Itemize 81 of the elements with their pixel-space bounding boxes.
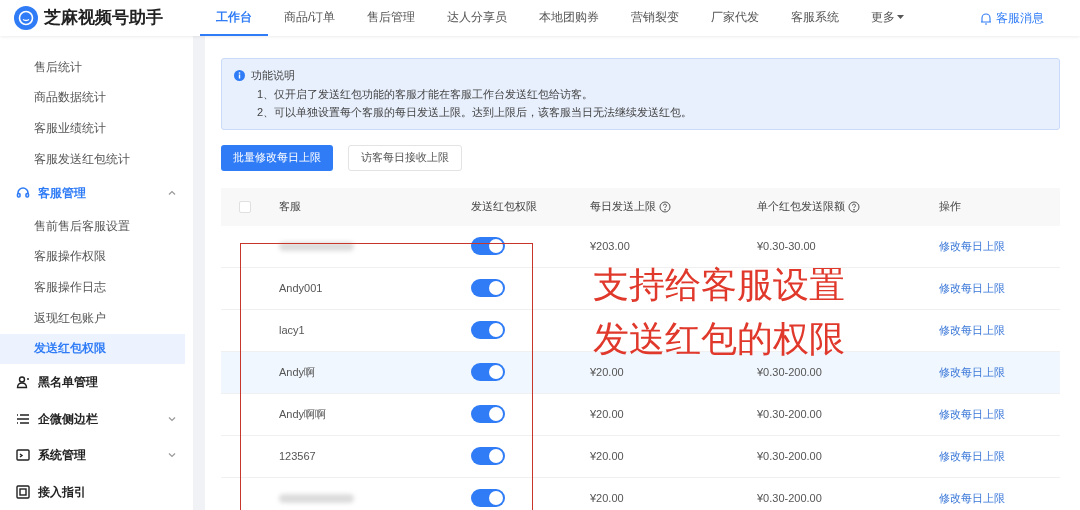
notice-line: 2、可以单独设置每个客服的每日发送上限。达到上限后，该客服当日无法继续发送红包。 — [256, 105, 693, 120]
table-cell: ¥0.30-200.00 — [757, 449, 822, 462]
group-label: 客服管理 — [38, 184, 86, 202]
sidebar-item[interactable]: 售后统计 — [0, 52, 185, 83]
column-header: 客服 — [279, 199, 301, 215]
info-icon — [234, 70, 245, 81]
frame-icon — [16, 484, 30, 499]
app-name: 芝麻视频号助手 — [44, 7, 163, 30]
edit-limit-link[interactable]: 修改每日上限 — [939, 281, 1005, 294]
edit-limit-link[interactable]: 修改每日上限 — [939, 407, 1005, 420]
table-cell: ¥20.00 — [590, 449, 624, 462]
terminal-icon — [16, 448, 30, 463]
table-cell-text: Andy001 — [279, 280, 323, 296]
bell-icon — [980, 11, 993, 25]
user-icon — [16, 375, 30, 390]
table-cell: ¥0.30-200.00 — [757, 365, 822, 378]
table-cell-text: Andy啊啊 — [279, 406, 327, 422]
sidebar-item[interactable]: 发送红包权限 — [0, 333, 185, 365]
annotation-text: 发送红包的权限 — [593, 322, 845, 356]
sidebar-group[interactable]: 企微侧边栏 — [0, 400, 193, 438]
nav-tab[interactable]: 售后管理 — [351, 0, 432, 36]
table-cell: ¥0.30-200.00 — [757, 491, 822, 504]
toggle-switch[interactable] — [471, 279, 505, 297]
edit-limit-link[interactable]: 修改每日上限 — [939, 239, 1005, 252]
toggle-switch[interactable] — [471, 363, 505, 381]
help-icon[interactable] — [659, 200, 671, 213]
table-cell-text: 123567 — [279, 448, 316, 464]
toggle-switch[interactable] — [471, 405, 505, 423]
sidebar-item[interactable]: 客服操作权限 — [0, 241, 185, 273]
nav-tab[interactable]: 达人分享员 — [431, 0, 524, 36]
group-label: 企微侧边栏 — [38, 410, 98, 428]
header-checkbox[interactable] — [239, 200, 251, 213]
nav-tab[interactable]: 厂家代发 — [695, 0, 776, 36]
nav-tab[interactable]: 客服系统 — [775, 0, 856, 36]
sidebar-group[interactable]: 接入指引 — [0, 473, 193, 510]
toggle-switch[interactable] — [471, 489, 505, 507]
caret-icon — [897, 14, 905, 20]
column-header: 每日发送上限 — [590, 199, 656, 215]
nav-tab[interactable]: 营销裂变 — [615, 0, 696, 36]
nav-tab[interactable]: 商品/订单 — [268, 0, 352, 36]
sidebar-item[interactable]: 客服发送红包统计 — [0, 143, 185, 175]
table-cell: ¥0.30-200.00 — [757, 407, 822, 420]
edit-limit-link[interactable]: 修改每日上限 — [939, 365, 1005, 378]
toggle-switch[interactable] — [471, 321, 505, 339]
sidebar-item[interactable]: 售前售后客服设置 — [0, 211, 185, 242]
table-cell: ¥203.00 — [590, 239, 630, 252]
sidebar-group[interactable]: 客服管理 — [0, 174, 193, 211]
notice-line: 1、仅开启了发送红包功能的客服才能在客服工作台发送红包给访客。 — [256, 86, 595, 102]
edit-limit-link[interactable]: 修改每日上限 — [939, 323, 1005, 336]
table-cell: ¥20.00 — [590, 491, 624, 504]
sidebar-item[interactable]: 返现红包账户 — [0, 302, 185, 334]
table-cell: ¥0.30-30.00 — [757, 239, 816, 252]
column-header: 发送红包权限 — [471, 199, 537, 215]
list-icon — [16, 411, 30, 426]
sidebar-group[interactable]: 系统管理 — [0, 437, 193, 474]
group-label: 系统管理 — [38, 447, 86, 465]
edit-limit-link[interactable]: 修改每日上限 — [939, 449, 1005, 462]
sidebar-item[interactable]: 客服业绩统计 — [0, 113, 185, 144]
column-header: 单个红包发送限额 — [757, 199, 845, 215]
notice-title: 功能说明 — [251, 68, 296, 83]
primary-button[interactable]: 批量修改每日上限 — [221, 144, 333, 171]
table-cell: ¥20.00 — [590, 365, 624, 378]
table-cell: ¥20.00 — [590, 407, 624, 420]
secondary-button[interactable]: 访客每日接收上限 — [348, 144, 462, 171]
annotation-text: 支持给客服设置 — [593, 268, 845, 302]
sidebar-group[interactable]: 黑名单管理 — [0, 364, 193, 401]
group-label: 接入指引 — [38, 483, 86, 501]
table-cell-text: lacy1 — [279, 322, 305, 338]
messages-link[interactable]: 客服消息 — [980, 9, 1045, 27]
help-icon[interactable] — [848, 200, 860, 213]
toggle-switch[interactable] — [471, 447, 505, 465]
sidebar-item[interactable]: 客服操作日志 — [0, 272, 185, 303]
column-header: 操作 — [939, 199, 961, 215]
nav-tab[interactable]: 本地团购券 — [523, 0, 616, 36]
edit-limit-link[interactable]: 修改每日上限 — [939, 491, 1005, 504]
nav-tab[interactable]: 更多 — [855, 0, 921, 36]
sidebar-item[interactable]: 商品数据统计 — [0, 82, 185, 114]
logo-icon — [14, 6, 38, 30]
table-cell-text: Andy啊 — [279, 364, 316, 380]
headset-icon — [16, 185, 30, 200]
group-label: 黑名单管理 — [38, 374, 98, 392]
